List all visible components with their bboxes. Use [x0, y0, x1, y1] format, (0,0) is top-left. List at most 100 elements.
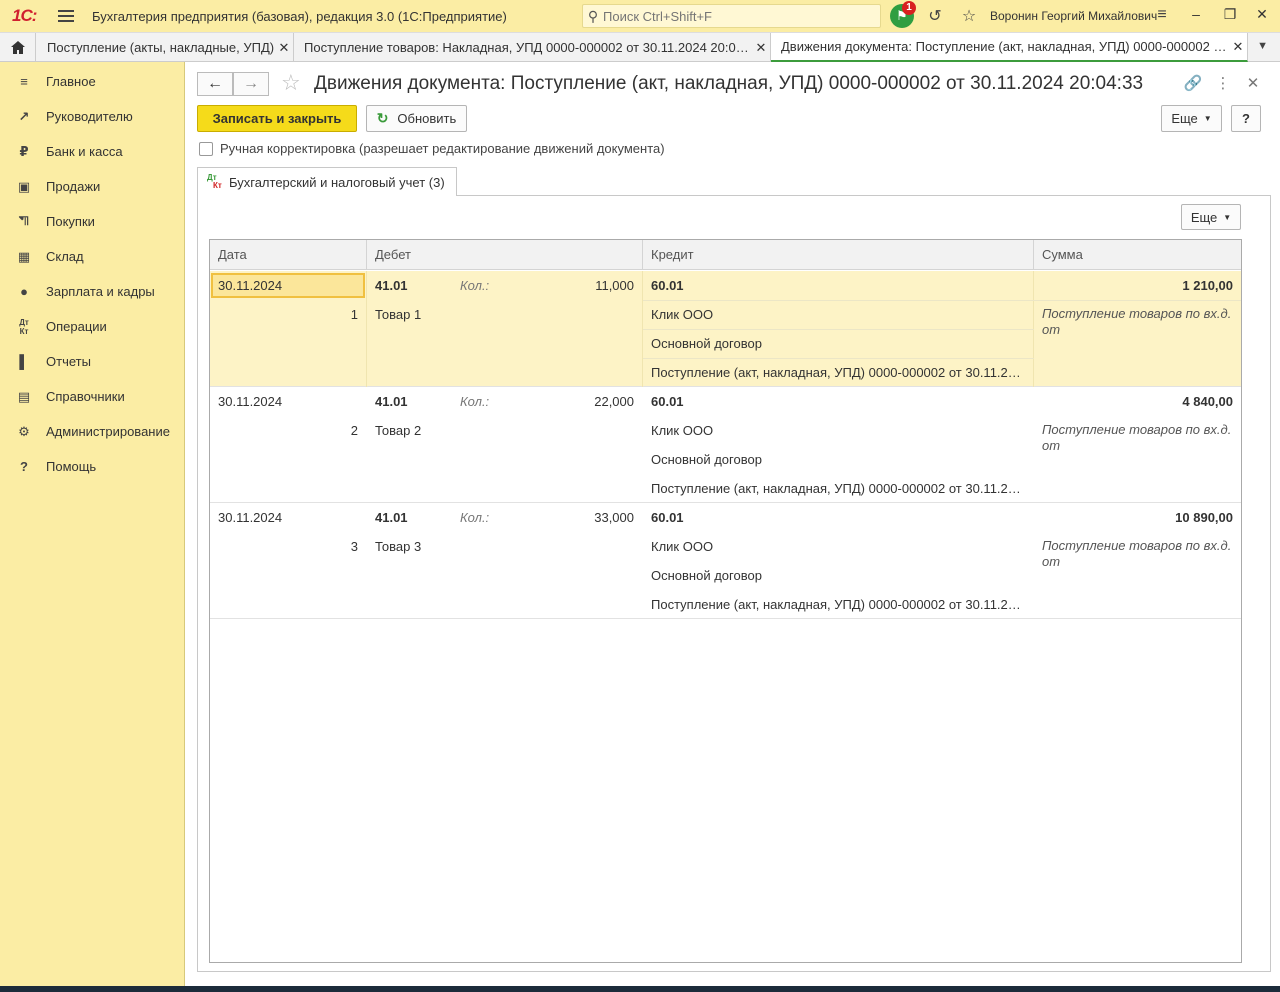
credit-subconto-2: Основной договор — [651, 452, 762, 467]
sidebar-item-sales[interactable]: ▣ Продажи — [0, 169, 185, 204]
close-icon[interactable]: ✕ — [752, 40, 770, 56]
table-row[interactable]: 30.11.2024 2 41.01 Кол.: 22,000 Товар 2 … — [210, 387, 1241, 503]
sidebar-item-bank[interactable]: ₽ Банк и касса — [0, 134, 185, 169]
table-row[interactable]: 30.11.2024 1 41.01 Кол.: 11,000 Товар 1 … — [210, 271, 1241, 387]
open-tabs-bar: Поступление (акты, накладные, УПД) ✕ Пос… — [0, 32, 1280, 62]
tab-accounting[interactable]: Дт Кт Бухгалтерский и налоговый учет (3) — [197, 167, 457, 196]
sidebar-item-salary[interactable]: ● Зарплата и кадры — [0, 274, 185, 309]
qty-label: Кол.: — [460, 394, 490, 409]
sidebar-item-management[interactable]: ↗ Руководителю — [0, 99, 185, 134]
column-header-date[interactable]: Дата — [210, 240, 367, 270]
help-button[interactable]: ? — [1231, 105, 1261, 132]
link-icon[interactable]: 🔗 — [1183, 74, 1203, 92]
manual-correction-row[interactable]: Ручная корректировка (разрешает редактир… — [199, 141, 665, 156]
close-icon[interactable]: ✕ — [1229, 39, 1247, 55]
books-icon: ▤ — [17, 388, 31, 404]
tab-receipts-list[interactable]: Поступление (акты, накладные, УПД) ✕ — [37, 33, 294, 62]
column-header-credit[interactable]: Кредит — [643, 240, 1034, 270]
sidebar-item-label: Отчеты — [46, 354, 91, 369]
save-and-close-button[interactable]: Записать и закрыть — [197, 105, 357, 132]
manual-correction-label: Ручная корректировка (разрешает редактир… — [220, 141, 665, 156]
debit-subconto: Товар 1 — [375, 307, 422, 322]
chevron-down-icon: ▼ — [1223, 212, 1232, 222]
more-button[interactable]: Еще ▼ — [1161, 105, 1222, 132]
history-icon[interactable]: ↺ — [925, 6, 945, 26]
sidebar-item-admin[interactable]: ⚙ Администрирование — [0, 414, 185, 449]
more-vertical-icon[interactable]: ⋮ — [1213, 74, 1233, 92]
sidebar-item-warehouse[interactable]: ▦ Склад — [0, 239, 185, 274]
entry-number: 2 — [350, 423, 358, 438]
tab-document-movements[interactable]: Движения документа: Поступление (акт, на… — [771, 33, 1248, 62]
credit-subconto-2: Основной договор — [651, 336, 762, 351]
sections-sidebar: ≡ Главное ↗ Руководителю ₽ Банк и касса ▣ Пр… — [0, 62, 185, 986]
chevron-down-icon: ▼ — [1203, 114, 1212, 123]
column-header-amount[interactable]: Сумма — [1034, 240, 1241, 270]
sidebar-item-purchases[interactable]: ⛠ Покупки — [0, 204, 185, 239]
sidebar-item-reports[interactable]: ▌ Отчеты — [0, 344, 185, 379]
close-icon[interactable]: ✕ — [275, 40, 293, 56]
refresh-icon: ↻ — [376, 110, 389, 126]
entries-table[interactable]: Дата Дебет Кредит Сумма 30.11.2024 1 41.… — [209, 239, 1242, 963]
entry-date: 30.11.2024 — [218, 394, 283, 409]
credit-subconto-1: Клик ООО — [651, 539, 714, 554]
grid-more-button[interactable]: Еще ▼ — [1181, 204, 1241, 230]
restore-icon[interactable]: ❐ — [1220, 6, 1240, 23]
debit-quantity: 22,000 — [594, 394, 634, 409]
minimize-icon[interactable]: – — [1186, 6, 1206, 22]
sidebar-item-label: Склад — [46, 249, 84, 264]
entry-date: 30.11.2024 — [218, 510, 283, 525]
cart-icon: ⛠ — [18, 212, 30, 228]
tab-goods-receipt[interactable]: Поступление товаров: Накладная, УПД 0000… — [294, 33, 771, 62]
entry-content: Поступление товаров по вх.д. от — [1042, 538, 1232, 569]
dt-kt-icon: Дт Кт — [19, 317, 29, 336]
close-window-icon[interactable]: ✕ — [1252, 6, 1272, 23]
document-movements-form: ← → ☆ Движения документа: Поступление (а… — [185, 62, 1280, 986]
sidebar-item-label: Руководителю — [46, 109, 133, 124]
credit-account: 60.01 — [651, 394, 684, 409]
entry-number: 1 — [350, 307, 358, 322]
bar-chart-icon: ▌ — [19, 354, 29, 369]
tab-label: Поступление (акты, накладные, УПД) — [47, 40, 275, 55]
sidebar-item-help[interactable]: ? Помощь — [0, 449, 185, 484]
page-title: Движения документа: Поступление (акт, на… — [314, 73, 1144, 94]
favorites-icon[interactable]: ☆ — [959, 6, 979, 26]
sidebar-item-label: Помощь — [46, 459, 97, 474]
credit-account: 60.01 — [651, 278, 684, 293]
person-icon: ● — [20, 284, 28, 299]
credit-subconto-3: Поступление (акт, накладная, УПД) 0000-0… — [651, 481, 1026, 496]
favorite-star-icon[interactable]: ☆ — [281, 70, 301, 96]
search-input[interactable] — [603, 8, 873, 24]
entry-content: Поступление товаров по вх.д. от — [1042, 306, 1232, 337]
entry-content: Поступление товаров по вх.д. от — [1042, 422, 1232, 453]
chevron-down-icon[interactable]: ▼ — [1257, 40, 1268, 52]
notifications-button[interactable]: ⚑ 1 — [890, 1, 916, 28]
credit-subconto-3: Поступление (акт, накладная, УПД) 0000-0… — [651, 365, 1026, 380]
refresh-button[interactable]: ↻ Обновить — [366, 105, 467, 132]
debit-account: 41.01 — [375, 510, 408, 525]
ruble-icon: ₽ — [19, 143, 29, 159]
back-button[interactable]: ← — [197, 72, 233, 96]
credit-subconto-1: Клик ООО — [651, 423, 714, 438]
arrow-right-icon: → — [243, 75, 259, 92]
tab-label: Поступление товаров: Накладная, УПД 0000… — [304, 40, 752, 55]
sidebar-item-label: Зарплата и кадры — [46, 284, 155, 299]
home-tab[interactable] — [0, 33, 36, 62]
sidebar-item-label: Справочники — [46, 389, 125, 404]
settings-menu-icon[interactable]: ≡ — [1152, 6, 1172, 24]
column-header-debit[interactable]: Дебет — [367, 240, 643, 270]
sidebar-item-main[interactable]: ≡ Главное — [0, 64, 185, 99]
refresh-label: Обновить — [397, 111, 457, 126]
table-row[interactable]: 30.11.2024 3 41.01 Кол.: 33,000 Товар 3 … — [210, 503, 1241, 619]
debit-account: 41.01 — [375, 278, 408, 293]
table-header: Дата Дебет Кредит Сумма — [210, 240, 1241, 270]
global-search[interactable]: ⚲ — [582, 4, 881, 28]
manual-correction-checkbox[interactable] — [199, 141, 213, 156]
qty-label: Кол.: — [460, 278, 490, 293]
sidebar-item-label: Покупки — [46, 214, 95, 229]
close-form-icon[interactable]: ✕ — [1243, 74, 1263, 92]
main-menu-icon[interactable] — [58, 10, 74, 22]
forward-button[interactable]: → — [233, 72, 269, 96]
sidebar-item-catalogs[interactable]: ▤ Справочники — [0, 379, 185, 414]
user-name[interactable]: Воронин Георгий Михайлович — [990, 9, 1157, 23]
sidebar-item-operations[interactable]: Дт Кт Операции — [0, 309, 185, 344]
